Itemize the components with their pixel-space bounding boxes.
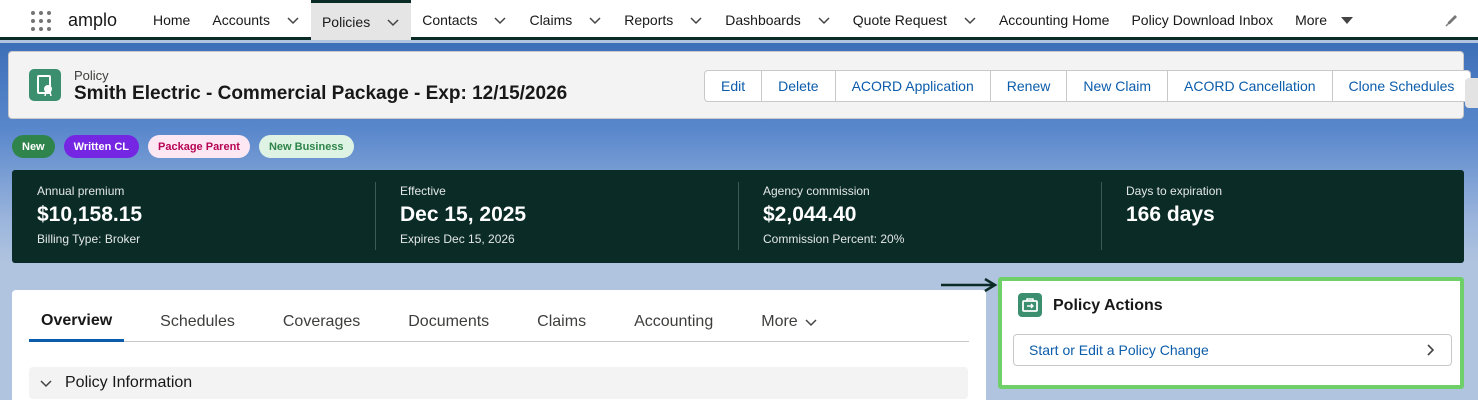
nav-item-claims[interactable]: Claims (518, 0, 613, 40)
policy-actions-title: Policy Actions (1053, 297, 1163, 314)
chevron-down-icon[interactable] (286, 13, 300, 27)
stat-days-to-expiration: Days to expiration 166 days (1101, 170, 1464, 263)
chevron-down-icon[interactable] (817, 13, 831, 27)
arrow-right-icon (941, 278, 998, 292)
nav-label: Policies (321, 13, 371, 30)
highlights-panel: Annual premium $10,158.15 Billing Type: … (12, 170, 1464, 263)
tab-overview[interactable]: Overview (29, 302, 125, 342)
nav-item-quote-request[interactable]: Quote Request (842, 0, 988, 40)
status-badge: Package Parent (148, 135, 250, 158)
stat-annual-premium: Annual premium $10,158.15 Billing Type: … (12, 170, 375, 263)
nav-item-contacts[interactable]: Contacts (411, 0, 518, 40)
nav-item-accounting-home[interactable]: Accounting Home (988, 0, 1121, 40)
stat-agency-commission: Agency commission $2,044.40 Commission P… (738, 170, 1101, 263)
stat-label: Effective (400, 184, 446, 198)
chevron-down-icon (805, 319, 817, 327)
nav-item-dashboards[interactable]: Dashboards (714, 0, 842, 40)
record-actions: Edit Delete ACORD Application Renew New … (704, 70, 1472, 102)
chevron-down-icon[interactable] (588, 13, 602, 27)
chevron-down-icon[interactable] (689, 13, 703, 27)
chevron-down-icon[interactable] (963, 13, 977, 27)
new-claim-button[interactable]: New Claim (1066, 71, 1167, 101)
record-tabs: Overview Schedules Coverages Documents C… (29, 302, 969, 342)
nav-items: Home Accounts Policies Contacts Claims R… (142, 0, 1364, 40)
nav-item-policies[interactable]: Policies (310, 0, 412, 40)
chevron-down-icon (40, 380, 52, 388)
nav-item-policy-download-inbox[interactable]: Policy Download Inbox (1120, 0, 1284, 40)
tab-more[interactable]: More (749, 302, 829, 342)
stat-sub: Commission Percent: 20% (763, 232, 905, 246)
tab-schedules[interactable]: Schedules (148, 302, 247, 342)
tab-documents[interactable]: Documents (396, 302, 501, 342)
utility-tab[interactable] (1465, 78, 1478, 108)
object-label: Policy (74, 68, 109, 83)
nav-item-home[interactable]: Home (142, 0, 201, 40)
edit-button[interactable]: Edit (705, 71, 761, 101)
stat-label: Annual premium (37, 184, 125, 198)
stat-value: $10,158.15 (37, 203, 143, 226)
status-badge: New (12, 135, 55, 158)
nav-item-more[interactable]: More (1284, 0, 1364, 40)
section-policy-information[interactable]: Policy Information (29, 367, 968, 399)
acord-application-button[interactable]: ACORD Application (834, 71, 990, 101)
renew-button[interactable]: Renew (989, 71, 1067, 101)
delete-button[interactable]: Delete (761, 71, 834, 101)
stat-label: Days to expiration (1126, 184, 1223, 198)
status-badge: Written CL (63, 135, 140, 158)
acord-cancellation-button[interactable]: ACORD Cancellation (1167, 71, 1332, 101)
policy-actions-card: Policy Actions Start or Edit a Policy Ch… (998, 277, 1464, 389)
stat-sub: Billing Type: Broker (37, 232, 141, 246)
nav-label: Home (153, 12, 191, 28)
stat-effective: Effective Dec 15, 2025 Expires Dec 15, 2… (375, 170, 738, 263)
record-title: Smith Electric - Commercial Package - Ex… (74, 83, 568, 104)
nav-label: Contacts (422, 12, 478, 28)
nav-item-reports[interactable]: Reports (613, 0, 714, 40)
nav-label: Dashboards (725, 12, 801, 28)
tab-accounting[interactable]: Accounting (622, 302, 725, 342)
nav-label: Accounting Home (998, 12, 1110, 28)
app-launcher-icon[interactable] (30, 10, 52, 32)
start-policy-change-button[interactable]: Start or Edit a Policy Change (1013, 334, 1452, 366)
nav-label: Policy Download Inbox (1131, 12, 1274, 28)
global-nav: amplo Home Accounts Policies Contacts Cl… (0, 0, 1478, 40)
tab-claims[interactable]: Claims (525, 302, 598, 342)
detail-card: Overview Schedules Coverages Documents C… (12, 290, 986, 400)
chevron-down-icon[interactable] (493, 13, 507, 27)
record-header: Policy Smith Electric - Commercial Packa… (8, 51, 1472, 119)
section-title: Policy Information (65, 374, 193, 391)
stat-label: Agency commission (763, 184, 870, 198)
nav-item-accounts[interactable]: Accounts (201, 0, 311, 40)
status-badges: New Written CL Package Parent New Busine… (12, 135, 354, 158)
tab-more-label: More (761, 313, 798, 330)
policy-actions-icon (1018, 293, 1042, 317)
stat-value: Dec 15, 2025 (400, 203, 527, 226)
nav-label: Accounts (212, 12, 270, 28)
stat-value: $2,044.40 (763, 203, 857, 226)
edit-nav-pencil-icon[interactable] (1444, 12, 1460, 28)
nav-label: Claims (529, 12, 573, 28)
tab-coverages[interactable]: Coverages (271, 302, 372, 342)
button-label: Start or Edit a Policy Change (1029, 342, 1209, 358)
chevron-right-icon (1427, 344, 1435, 356)
clone-schedules-button[interactable]: Clone Schedules (1331, 71, 1471, 101)
stat-sub: Expires Dec 15, 2026 (400, 232, 515, 246)
stat-value: 166 days (1126, 203, 1215, 226)
nav-label: More (1295, 12, 1327, 28)
nav-label: Quote Request (852, 12, 947, 28)
chevron-down-icon[interactable] (386, 15, 400, 29)
policy-icon (29, 69, 61, 101)
app-name: amplo (68, 10, 118, 30)
status-badge: New Business (258, 135, 354, 158)
nav-label: Reports (624, 12, 674, 28)
caret-down-icon (1341, 16, 1353, 24)
